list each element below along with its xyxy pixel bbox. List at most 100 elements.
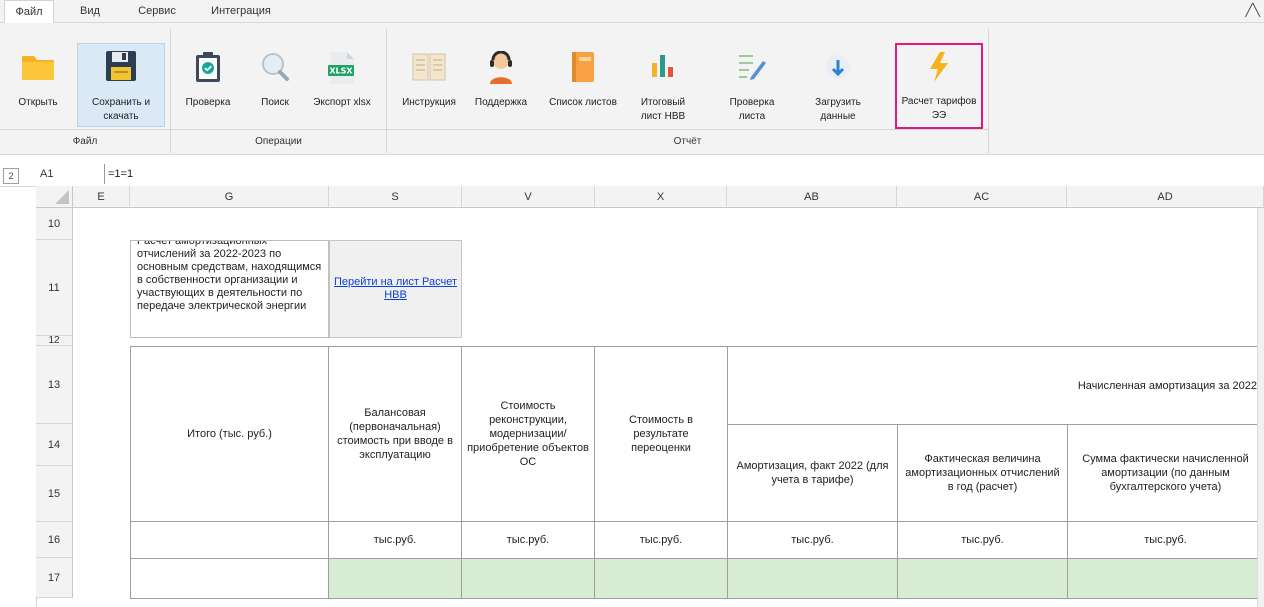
lightning-bolt-icon <box>928 51 950 88</box>
menu-bar: Файл Вид Сервис Интеграция ╱╲ <box>0 0 1264 24</box>
row-header-10[interactable]: 10 <box>36 208 73 240</box>
tab-integration[interactable]: Интеграция <box>203 0 279 22</box>
book-icon <box>412 51 446 86</box>
download-cloud-icon <box>823 51 853 86</box>
link-cell[interactable]: Перейти на лист Расчет НВВ <box>329 240 462 338</box>
support-label: Поддержка <box>474 97 528 108</box>
folder-icon <box>21 51 55 86</box>
input-cell-amortization-fact[interactable] <box>727 558 898 599</box>
group-separator <box>386 29 387 153</box>
support-button[interactable]: Поддержка <box>468 45 534 125</box>
row-header-12[interactable]: 12 <box>36 336 73 346</box>
sheet-check-button[interactable]: Проверка листа <box>720 45 784 125</box>
open-button[interactable]: Открыть <box>6 45 70 125</box>
tab-view[interactable]: Вид <box>74 0 106 22</box>
ribbon: Открыть Сохранить и скачать Проверка Пои… <box>0 23 1264 155</box>
bar-chart-icon <box>650 51 676 84</box>
unit-cell[interactable]: тыс.руб. <box>461 521 595 559</box>
column-header-X[interactable]: X <box>595 186 727 208</box>
row-header-16[interactable]: 16 <box>36 522 73 558</box>
input-cell-total[interactable] <box>130 558 329 599</box>
load-data-label: Загрузить данные <box>815 97 861 122</box>
search-button[interactable]: Поиск <box>245 45 305 125</box>
column-header-E[interactable]: E <box>73 186 130 208</box>
checklist-pencil-icon <box>737 51 767 88</box>
collapse-ribbon-icon[interactable]: ╱╲ <box>1246 3 1260 17</box>
group-label-divider <box>0 129 988 130</box>
svg-text:XLSX: XLSX <box>329 67 353 76</box>
vertical-scrollbar[interactable] <box>1257 208 1264 607</box>
tab-file[interactable]: Файл <box>4 0 54 24</box>
description-text: Расчет амортизационных отчислений за 202… <box>137 240 322 312</box>
header-accrued-amortization: Начисленная амортизация за 2022 <box>727 346 1264 425</box>
save-label: Сохранить и скачать <box>91 97 151 122</box>
header-actual-deductions: Фактическая величина амортизационных отч… <box>897 424 1068 522</box>
column-header-AC[interactable]: AC <box>897 186 1067 208</box>
check-button[interactable]: Проверка <box>177 45 239 125</box>
row-header-15[interactable]: 15 <box>36 466 73 522</box>
save-download-button[interactable]: Сохранить и скачать <box>77 43 165 127</box>
unit-cell[interactable]: тыс.руб. <box>727 521 898 559</box>
header-total: Итого (тыс. руб.) <box>130 346 329 522</box>
xlsx-file-icon: XLSX <box>327 51 357 90</box>
go-to-nvv-sheet-link[interactable]: Перейти на лист Расчет НВВ <box>330 276 461 302</box>
tariff-calc-button[interactable]: Расчет тарифов ЭЭ <box>895 43 983 129</box>
description-cell[interactable]: Расчет амортизационных отчислений за 202… <box>130 240 329 338</box>
header-amortization-fact: Амортизация, факт 2022 (для учета в тари… <box>727 424 898 522</box>
unit-cell[interactable]: тыс.руб. <box>1067 521 1264 559</box>
outline-level-button[interactable]: 2 <box>3 168 19 184</box>
column-header-S[interactable]: S <box>329 186 462 208</box>
notebook-icon <box>570 51 596 88</box>
open-label: Открыть <box>18 97 58 108</box>
row-header-11[interactable]: 11 <box>36 240 73 336</box>
instruction-button[interactable]: Инструкция <box>396 45 462 125</box>
column-header-V[interactable]: V <box>462 186 595 208</box>
group-label-file: Файл <box>72 136 98 147</box>
spreadsheet-grid: 2 E G S V X AB AC AD 10 11 12 13 14 15 1… <box>0 168 1264 607</box>
formula-bar-divider <box>104 164 105 184</box>
input-cell-actual-accrued[interactable] <box>1067 558 1264 599</box>
input-cell-modernization-cost[interactable] <box>461 558 595 599</box>
support-headset-icon <box>487 50 515 90</box>
export-xlsx-button[interactable]: XLSX Экспорт xlsx <box>312 45 372 125</box>
unit-cell[interactable]: тыс.руб. <box>328 521 462 559</box>
check-label: Проверка <box>185 97 231 108</box>
select-all-icon <box>55 190 69 204</box>
formula-bar: A1 =1=1 <box>0 162 1264 187</box>
column-header-G[interactable]: G <box>130 186 329 208</box>
formula-input[interactable]: =1=1 <box>108 164 133 184</box>
total-sheet-button[interactable]: Итоговый лист НВВ <box>630 45 696 125</box>
group-label-operations: Операции <box>255 136 302 147</box>
outline-gutter <box>0 208 37 607</box>
group-separator <box>170 29 171 153</box>
group-label-report: Отчёт <box>673 136 702 147</box>
tab-service[interactable]: Сервис <box>133 0 181 22</box>
header-revaluation-cost: Стоимость в результате переоценки <box>594 346 728 522</box>
input-cell-balance-cost[interactable] <box>328 558 462 599</box>
unit-cell[interactable]: тыс.руб. <box>594 521 728 559</box>
header-actual-accrued: Сумма фактически начисленной амортизации… <box>1067 424 1264 522</box>
unit-cell[interactable]: тыс.руб. <box>897 521 1068 559</box>
column-header-AB[interactable]: AB <box>727 186 897 208</box>
input-cell-actual-deductions[interactable] <box>897 558 1068 599</box>
select-all-corner[interactable] <box>36 186 73 208</box>
search-label: Поиск <box>261 97 289 108</box>
column-header-AD[interactable]: AD <box>1067 186 1264 208</box>
unit-cell-total[interactable] <box>130 521 329 559</box>
load-data-button[interactable]: Загрузить данные <box>806 45 870 125</box>
input-cell-revaluation-cost[interactable] <box>594 558 728 599</box>
export-label: Экспорт xlsx <box>313 97 371 108</box>
floppy-disk-icon <box>105 50 137 87</box>
total-sheet-label: Итоговый лист НВВ <box>640 97 686 122</box>
instruction-label: Инструкция <box>402 97 456 108</box>
sheet-list-button[interactable]: Список листов <box>540 45 626 125</box>
search-icon <box>260 51 290 86</box>
row-header-17[interactable]: 17 <box>36 558 73 598</box>
tariff-calc-label: Расчет тарифов ЭЭ <box>901 96 977 121</box>
row-header-13[interactable]: 13 <box>36 346 73 424</box>
name-box[interactable]: A1 <box>8 164 98 184</box>
header-balance-cost: Балансовая (первоначальная) стоимость пр… <box>328 346 462 522</box>
sheet-list-label: Список листов <box>549 97 617 108</box>
row-header-14[interactable]: 14 <box>36 424 73 466</box>
group-separator <box>988 29 989 153</box>
